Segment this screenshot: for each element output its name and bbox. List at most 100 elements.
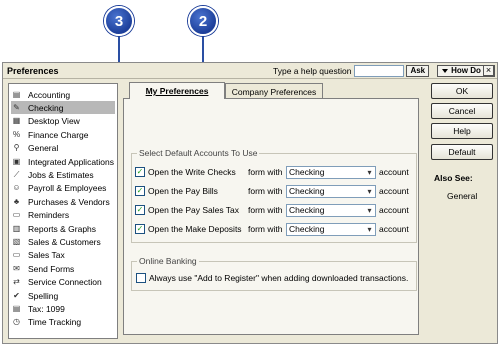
close-icon[interactable]: × <box>483 65 494 76</box>
default-account-checkbox[interactable]: ✓ <box>135 205 145 215</box>
ok-button[interactable]: OK <box>431 83 493 99</box>
chevron-down-icon[interactable]: ▾ <box>364 185 375 197</box>
chevron-down-icon[interactable]: ▾ <box>364 204 375 216</box>
service-connection-icon: ⇄ <box>13 277 20 287</box>
sidebar-item-label: Send Forms <box>28 263 75 274</box>
general-icon: ⚲ <box>13 143 20 153</box>
account-select-value: Checking <box>289 186 325 196</box>
title-bar: Preferences Type a help question Ask How… <box>3 63 497 79</box>
payroll-icon: ☺ <box>12 183 21 193</box>
send-forms-icon: ✉ <box>13 263 20 273</box>
tab-company-preferences[interactable]: Company Preferences <box>225 83 323 99</box>
default-account-label: Open the Make Deposits <box>148 224 242 234</box>
sidebar-item-sales-tax[interactable]: ▭ Sales Tax <box>11 249 115 262</box>
help-button[interactable]: Help <box>431 123 493 139</box>
sidebar-item-label: Reports & Graphs <box>28 223 97 234</box>
account-select-value: Checking <box>289 224 325 234</box>
account-label: account <box>379 186 409 196</box>
accounting-icon: ▤ <box>12 89 21 99</box>
screenshot: 3 2 Preferences Type a help question Ask… <box>0 0 500 346</box>
default-account-checkbox[interactable]: ✓ <box>135 224 145 234</box>
account-select-value: Checking <box>289 205 325 215</box>
chevron-down-icon[interactable]: ▾ <box>364 166 375 178</box>
account-select[interactable]: Checking ▾ <box>286 184 376 198</box>
preferences-window: Preferences Type a help question Ask How… <box>2 62 498 344</box>
callout-2: 2 <box>188 6 218 36</box>
sidebar-item-label: Purchases & Vendors <box>28 196 110 207</box>
sidebar-item-accounting[interactable]: ▤ Accounting <box>11 88 115 101</box>
default-account-label: Open the Pay Bills <box>148 186 218 196</box>
sidebar-item-label: Reminders <box>28 210 70 221</box>
sidebar-item-general[interactable]: ⚲ General <box>11 142 115 155</box>
also-see-title: Also See: <box>434 173 473 183</box>
default-account-row: ✓ Open the Pay Sales Tax form with Checking… <box>135 203 417 217</box>
account-label: account <box>379 224 409 234</box>
sidebar-item-label: Tax: 1099 <box>28 303 65 314</box>
sidebar-item-label: Accounting <box>28 89 71 100</box>
sidebar-item-label: Payroll & Employees <box>28 183 107 194</box>
sidebar-item-checking[interactable]: ✎ Checking <box>11 101 115 115</box>
sidebar-item-label: Spelling <box>28 290 59 301</box>
default-button[interactable]: Default <box>431 144 493 160</box>
reports-icon: ▥ <box>12 223 21 233</box>
sidebar-item-reminders[interactable]: ▭ Reminders <box>11 209 115 222</box>
account-select-value: Checking <box>289 167 325 177</box>
sidebar-item-tax-1099[interactable]: ▤ Tax: 1099 <box>11 302 115 315</box>
online-banking-title: Online Banking <box>137 256 199 266</box>
sidebar-item-integrated-applications[interactable]: ▣ Integrated Applications <box>11 155 115 168</box>
ask-button[interactable]: Ask <box>406 64 430 77</box>
account-select[interactable]: Checking ▾ <box>286 203 376 217</box>
purchases-icon: ♣ <box>13 196 20 206</box>
default-account-checkbox[interactable]: ✓ <box>135 186 145 196</box>
tax-1099-icon: ▤ <box>12 303 21 313</box>
online-banking-option[interactable]: Always use "Add to Register" when adding… <box>136 271 416 285</box>
account-select[interactable]: Checking ▾ <box>286 165 376 179</box>
sidebar-item-payroll-employees[interactable]: ☺ Payroll & Employees <box>11 182 115 195</box>
chevron-down-icon[interactable]: ▾ <box>364 223 375 235</box>
sidebar-item-label: Integrated Applications <box>28 156 115 167</box>
default-account-row: ✓ Open the Make Deposits form with Checking… <box>135 222 417 236</box>
sidebar-item-label: Desktop View <box>28 116 80 127</box>
sidebar-item-label: Sales Tax <box>28 250 65 261</box>
default-accounts-title: Select Default Accounts To Use <box>137 148 260 158</box>
sales-tax-icon: ▭ <box>12 250 21 260</box>
sidebar-item-service-connection[interactable]: ⇄ Service Connection <box>11 276 115 289</box>
default-account-row: ✓ Open the Write Checks form with Checking ▾… <box>135 165 417 179</box>
sidebar-item-desktop-view[interactable]: ▦ Desktop View <box>11 115 115 128</box>
help-question-input[interactable] <box>354 64 405 77</box>
jobs-estimates-icon: ⟋ <box>13 169 20 179</box>
sidebar-item-purchases-vendors[interactable]: ♣ Purchases & Vendors <box>11 195 115 208</box>
add-to-register-checkbox[interactable] <box>136 273 146 283</box>
default-account-row: ✓ Open the Pay Bills form with Checking ▾ acc… <box>135 184 417 198</box>
cancel-button[interactable]: Cancel <box>431 103 493 119</box>
sidebar-item-label: Finance Charge <box>28 129 89 140</box>
sidebar-item-jobs-estimates[interactable]: ⟋ Jobs & Estimates <box>11 168 115 181</box>
form-with-label: form with <box>248 167 283 177</box>
form-with-label: form with <box>248 224 283 234</box>
sidebar-item-send-forms[interactable]: ✉ Send Forms <box>11 262 115 275</box>
account-label: account <box>379 205 409 215</box>
sidebar-item-label: Time Tracking <box>28 317 82 328</box>
form-with-label: form with <box>248 186 283 196</box>
callout-3: 3 <box>104 6 134 36</box>
tab-company-preferences-label: Company Preferences <box>231 86 317 97</box>
sidebar-item-reports-graphs[interactable]: ▥ Reports & Graphs <box>11 222 115 235</box>
also-see-general-link[interactable]: General <box>447 191 477 201</box>
finance-charge-icon: % <box>12 129 21 139</box>
preferences-sidebar: ▤ Accounting ✎ Checking ▦ Desktop View% Financ… <box>8 83 118 339</box>
checking-icon: ✎ <box>13 102 20 112</box>
sidebar-item-spelling[interactable]: ✔ Spelling <box>11 289 115 302</box>
account-label: account <box>379 167 409 177</box>
sidebar-item-time-tracking[interactable]: ◷ Time Tracking <box>11 316 115 329</box>
help-question-label: Type a help question <box>273 65 352 76</box>
sidebar-item-finance-charge[interactable]: % Finance Charge <box>11 128 115 141</box>
default-account-checkbox[interactable]: ✓ <box>135 167 145 177</box>
form-with-label: form with <box>248 205 283 215</box>
tab-my-preferences-label: My Preferences <box>145 86 209 96</box>
sidebar-item-label: Sales & Customers <box>28 236 101 247</box>
tab-my-preferences[interactable]: My Preferences <box>129 82 225 99</box>
reminders-icon: ▭ <box>12 210 21 220</box>
account-select[interactable]: Checking ▾ <box>286 222 376 236</box>
sidebar-item-label: Service Connection <box>28 277 102 288</box>
sidebar-item-sales-customers[interactable]: ▧ Sales & Customers <box>11 235 115 248</box>
